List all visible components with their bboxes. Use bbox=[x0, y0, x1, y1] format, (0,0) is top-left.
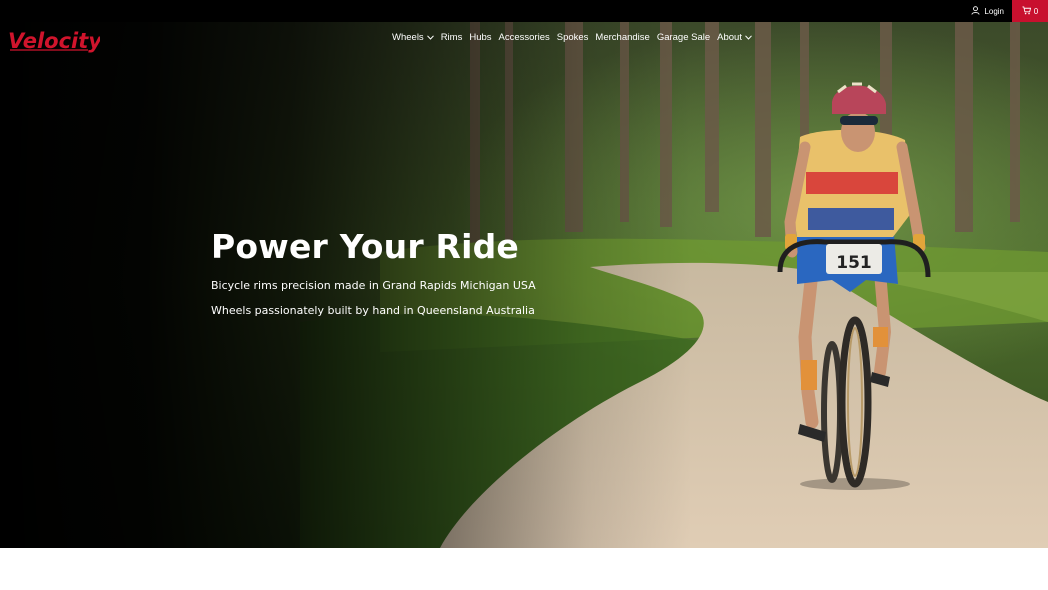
nav-rims[interactable]: Rims bbox=[441, 32, 463, 43]
hero-banner: 151 Velocity Wheels Rims Hubs Accessorie… bbox=[0, 22, 1048, 548]
velocity-logo[interactable]: Velocity bbox=[8, 28, 100, 54]
nav-label: Rims bbox=[440, 32, 463, 43]
page-content-area bbox=[0, 548, 1048, 590]
nav-wheels[interactable]: Wheels bbox=[392, 32, 434, 43]
nav-accessories[interactable]: Accessories bbox=[499, 32, 550, 43]
nav-label: Spokes bbox=[556, 32, 589, 43]
hero-subtitle-wheels: Wheels passionately built by hand in Que… bbox=[211, 304, 535, 317]
hero-title: Power Your Ride bbox=[211, 227, 520, 266]
nav-label: Merchandise bbox=[595, 32, 650, 43]
cart-button[interactable]: 0 bbox=[1012, 0, 1048, 22]
chevron-down-icon bbox=[426, 32, 434, 43]
nav-about[interactable]: About bbox=[717, 32, 752, 43]
nav-spokes[interactable]: Spokes bbox=[557, 32, 589, 43]
nav-label: About bbox=[717, 32, 742, 43]
nav-label: Wheels bbox=[392, 32, 424, 43]
user-icon bbox=[971, 5, 980, 17]
nav-label: Accessories bbox=[498, 32, 550, 43]
login-link[interactable]: Login bbox=[971, 0, 1004, 22]
hero-copy: Power Your Ride Bicycle rims precision m… bbox=[211, 227, 536, 317]
hero-subtitle-rims: Bicycle rims precision made in Grand Rap… bbox=[211, 279, 536, 292]
nav-label: Garage Sale bbox=[656, 32, 711, 43]
nav-hubs[interactable]: Hubs bbox=[469, 32, 491, 43]
main-navigation: Wheels Rims Hubs Accessories Spokes Merc… bbox=[392, 32, 752, 43]
nav-garage-sale[interactable]: Garage Sale bbox=[657, 32, 710, 43]
chevron-down-icon bbox=[745, 32, 752, 43]
nav-label: Hubs bbox=[469, 32, 492, 43]
nav-merchandise[interactable]: Merchandise bbox=[595, 32, 649, 43]
top-utility-bar: Login 0 bbox=[0, 0, 1048, 22]
login-label: Login bbox=[984, 6, 1004, 16]
cart-icon bbox=[1022, 5, 1031, 17]
cart-count: 0 bbox=[1033, 6, 1039, 16]
